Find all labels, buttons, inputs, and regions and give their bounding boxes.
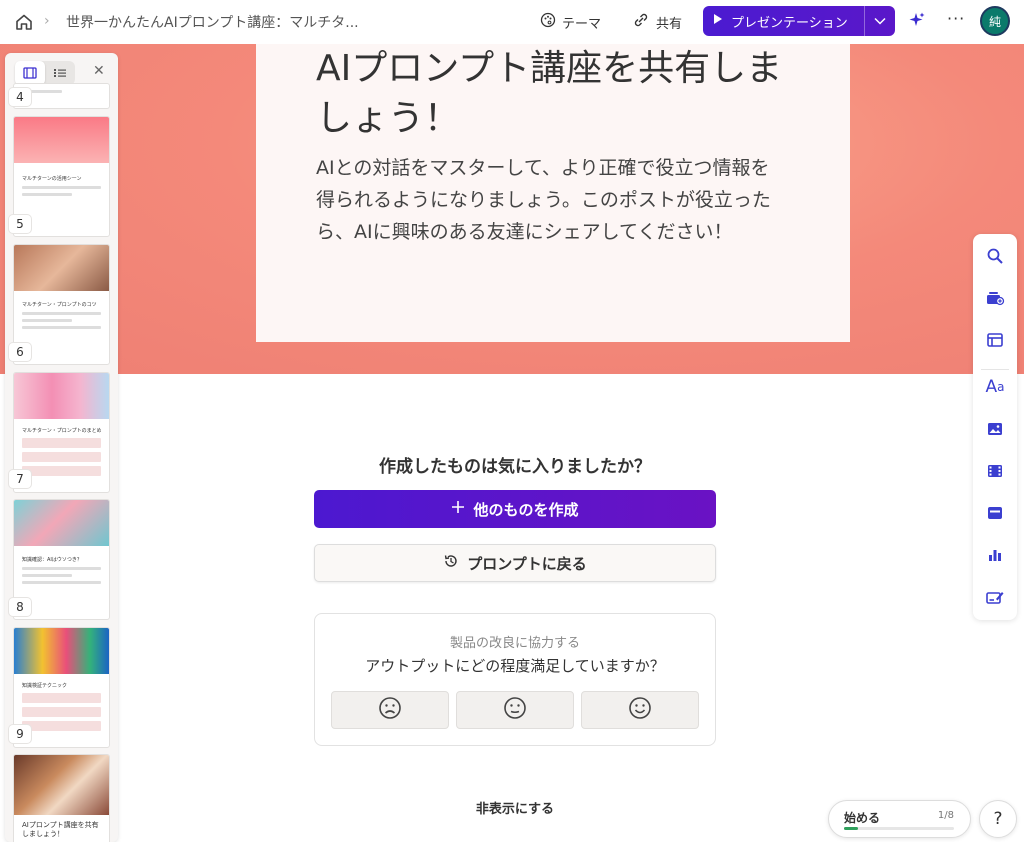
sad-face-icon [378, 696, 402, 724]
slide-number: 5 [9, 215, 31, 233]
thumb-image [14, 117, 109, 163]
slide-thumb-title: 知識確認：AIはウソつき？ [22, 557, 82, 563]
embed-icon[interactable] [985, 503, 1005, 523]
slide-body[interactable]: AIとの対話をマスターして、より正確で役立つ情報を得られるようになりましょう。こ… [316, 152, 786, 248]
back-to-prompt-button[interactable]: プロンプトに戻る [314, 544, 716, 582]
happy-face-icon [628, 696, 652, 724]
thumb-line [22, 567, 101, 570]
present-button[interactable]: プレゼンテーション [703, 6, 864, 36]
slide-thumb-title: マルチターンの活用シーン [22, 176, 82, 182]
theme-button[interactable]: テーマ [540, 10, 601, 34]
slide-number: 7 [9, 470, 31, 488]
thumb-image [14, 500, 109, 546]
thumb-line [22, 574, 72, 577]
rating-satisfied-button[interactable] [581, 691, 699, 729]
more-options-button[interactable]: ··· [947, 9, 965, 28]
avatar[interactable]: 純 [980, 6, 1010, 36]
link-icon [632, 12, 650, 32]
onboarding-checklist[interactable]: 始める 1/8 [828, 800, 971, 838]
slide-panel: ✕ 4 マルチターンの活用シーン 5 マルチターン・プロンプトのコツ 6 マルチ… [5, 53, 118, 842]
thumb-box [22, 693, 101, 703]
thumb-line [22, 319, 72, 322]
chevron-down-icon [874, 14, 886, 29]
ai-sparkle-icon[interactable] [908, 11, 926, 33]
onboarding-count: 1/8 [937, 810, 954, 821]
slide-thumbnail[interactable]: AIプロンプト講座を共有しましょう！ [13, 754, 110, 842]
back-to-prompt-label: プロンプトに戻る [467, 554, 587, 573]
form-icon[interactable] [985, 587, 1005, 607]
toolbar-divider [981, 369, 1009, 370]
thumb-line [22, 193, 72, 196]
list-view-button[interactable] [45, 61, 75, 85]
neutral-face-icon [503, 696, 527, 724]
close-icon[interactable]: ✕ [93, 63, 105, 79]
video-icon[interactable] [985, 461, 1005, 481]
thumb-box [22, 721, 101, 731]
filmstrip-view-button[interactable] [15, 61, 45, 85]
slide-number: 9 [9, 725, 31, 743]
present-options-button[interactable] [865, 14, 895, 29]
home-icon[interactable] [14, 12, 34, 32]
share-button[interactable]: 共有 [632, 10, 682, 34]
survey-question: アウトプットにどの程度満足していますか？ [365, 657, 665, 675]
view-toggle [15, 61, 75, 85]
right-toolbar: Aa [973, 234, 1017, 620]
slide-thumb-title: 知識検証テクニック [22, 683, 68, 689]
thumb-image [14, 245, 109, 291]
add-card-icon[interactable] [985, 288, 1005, 308]
slide-thumb-title: AIプロンプト講座を共有しましょう！ [22, 821, 99, 838]
play-icon [713, 13, 723, 29]
thumb-box [22, 438, 101, 448]
slide-thumb-title: マルチターン・プロンプトのコツ [22, 302, 97, 308]
slide-number: 4 [9, 88, 31, 106]
rating-neutral-button[interactable] [456, 691, 574, 729]
document-title[interactable]: 世界一かんたんAIプロンプト講座：マルチタ... [66, 12, 359, 32]
filmstrip-icon [23, 64, 37, 83]
thumb-box [22, 452, 101, 462]
search-icon[interactable] [985, 246, 1005, 266]
history-icon [443, 553, 459, 573]
theme-label: テーマ [562, 16, 602, 32]
slide-number: 6 [9, 343, 31, 361]
satisfaction-survey: 製品の改良に協力する アウトプットにどの程度満足していますか？ [314, 613, 716, 746]
layout-icon[interactable] [985, 330, 1005, 350]
image-icon[interactable] [985, 419, 1005, 439]
thumb-image [14, 755, 109, 815]
create-another-button[interactable]: 他のものを作成 [314, 490, 716, 528]
slide-number: 8 [9, 598, 31, 616]
thumb-line [22, 326, 101, 329]
chart-icon[interactable] [985, 545, 1005, 565]
survey-subtitle: 製品の改良に協力する [449, 636, 580, 651]
create-another-label: 他のものを作成 [473, 500, 579, 519]
thumb-box [22, 466, 101, 476]
list-icon [53, 64, 67, 83]
thumb-image [14, 628, 109, 674]
onboarding-progress-fill [844, 827, 858, 830]
onboarding-label: 始める [844, 811, 881, 825]
thumb-image [14, 373, 109, 419]
share-label: 共有 [656, 16, 683, 32]
top-bar: › 世界一かんたんAIプロンプト講座：マルチタ... テーマ 共有 プレゼンテー… [0, 0, 1024, 44]
plus-icon [451, 500, 465, 518]
feedback-heading: 作成したものは気に入りましたか？ [379, 457, 651, 477]
thumb-line [22, 581, 101, 584]
thumb-line [22, 186, 101, 189]
rating-unsatisfied-button[interactable] [331, 691, 449, 729]
chevron-right-icon: › [44, 13, 50, 29]
slide-card[interactable]: AIプロンプト講座を共有しましょう！ AIとの対話をマスターして、より正確で役立… [256, 44, 850, 342]
palette-icon [540, 12, 556, 32]
present-button-group: プレゼンテーション [703, 6, 895, 36]
help-button[interactable]: ? [979, 800, 1017, 838]
present-label: プレゼンテーション [731, 15, 848, 31]
thumb-line [22, 312, 101, 315]
thumb-box [22, 707, 101, 717]
onboarding-progress-track [844, 827, 954, 830]
text-style-icon[interactable]: Aa [985, 377, 1005, 397]
slide-thumb-title: マルチターン・プロンプトのまとめ [22, 428, 101, 434]
hide-feedback-link[interactable]: 非表示にする [314, 798, 716, 817]
slide-title[interactable]: AIプロンプト講座を共有しましょう！ [316, 44, 816, 144]
